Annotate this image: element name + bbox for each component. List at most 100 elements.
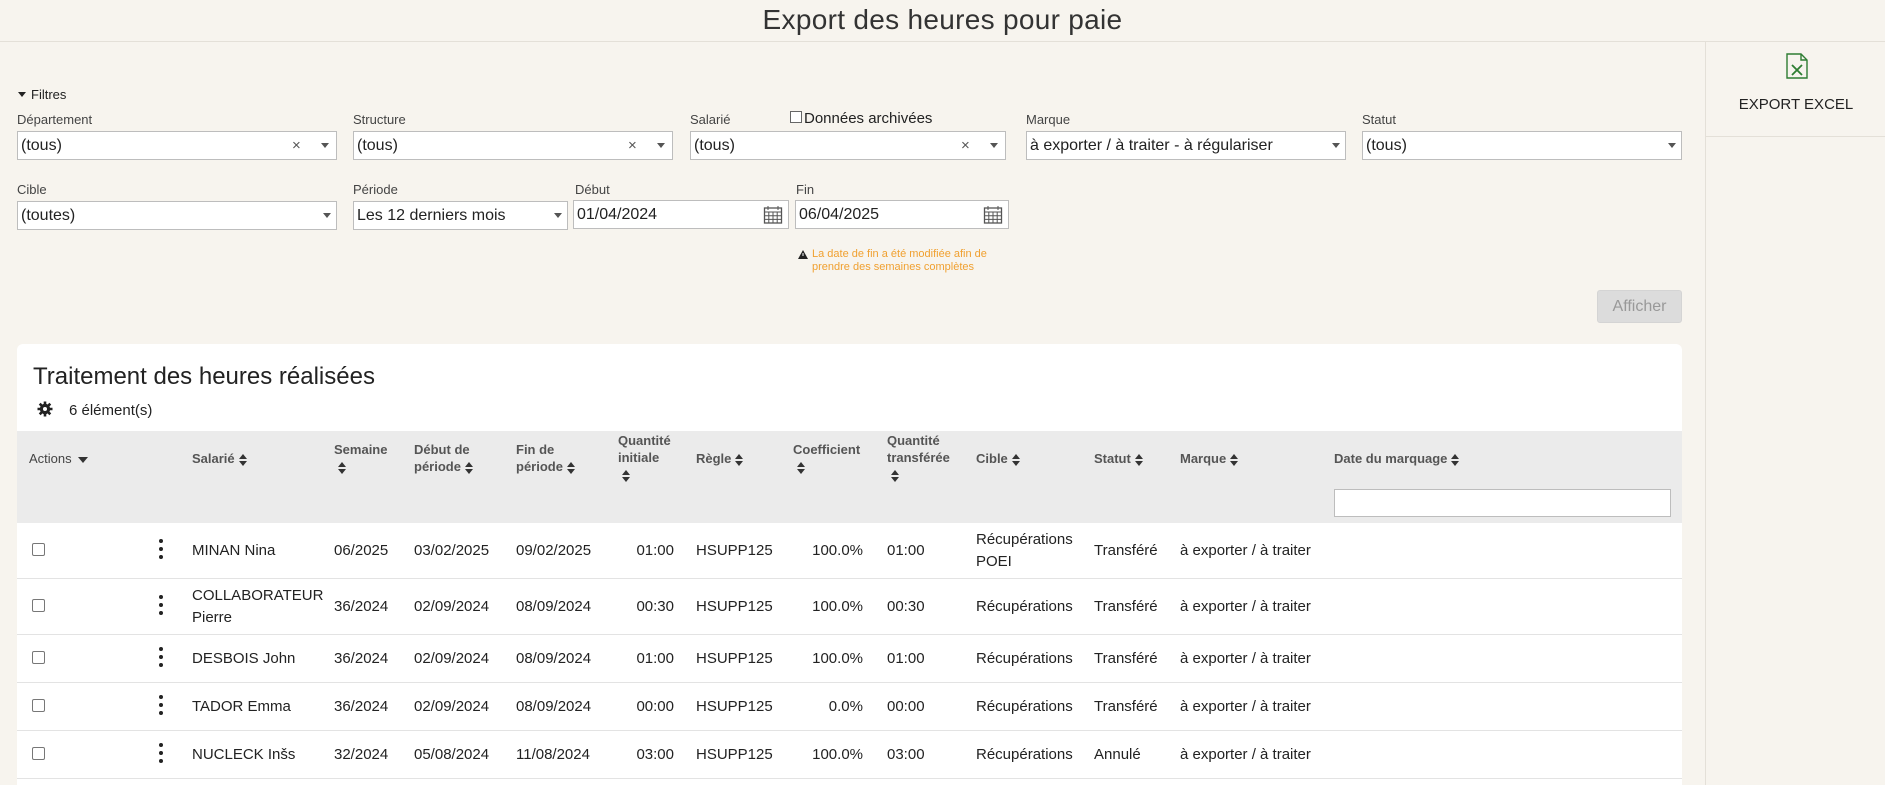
salarie-select[interactable]: (tous) ×: [690, 131, 1006, 160]
chevron-down-icon: [1668, 143, 1676, 148]
regle-header[interactable]: Règle: [696, 450, 744, 467]
row-checkbox[interactable]: [32, 747, 45, 760]
periode-select[interactable]: Les 12 derniers mois: [353, 201, 568, 230]
departement-value: (tous): [21, 137, 62, 154]
semaine-header[interactable]: Semaine: [334, 441, 387, 475]
clear-icon[interactable]: ×: [292, 132, 301, 159]
more-vertical-icon[interactable]: [155, 595, 167, 617]
chevron-down-icon: [657, 143, 665, 148]
row-regle: HSUPP125: [696, 598, 773, 615]
marque-select[interactable]: à exporter / à traiter - à régulariser: [1026, 131, 1346, 160]
calendar-icon[interactable]: [983, 205, 1003, 225]
row-checkbox[interactable]: [32, 543, 45, 556]
filters-toggle[interactable]: Filtres: [18, 87, 66, 102]
sort-icon: [1451, 453, 1460, 466]
more-vertical-icon[interactable]: [155, 743, 167, 765]
more-vertical-icon[interactable]: [155, 647, 167, 669]
date-marquage-header[interactable]: Date du marquage: [1334, 450, 1460, 467]
salarie-header[interactable]: Salarié: [192, 450, 247, 467]
row-debut: 02/09/2024: [414, 650, 490, 667]
row-semaine: 32/2024: [334, 746, 389, 763]
row-quantite-transferee: 01:00: [887, 650, 925, 667]
row-statut: Transféré: [1094, 542, 1158, 559]
cible-header-label: Cible: [976, 451, 1008, 466]
row-cible-line2: POEI: [976, 553, 1012, 570]
more-vertical-icon[interactable]: [155, 695, 167, 717]
semaine-header-label: Semaine: [334, 442, 388, 457]
archive-checkbox[interactable]: Données archivées: [790, 110, 932, 127]
chevron-down-icon: [321, 143, 329, 148]
departement-select[interactable]: (tous) ×: [17, 131, 337, 160]
gear-icon[interactable]: [37, 401, 53, 417]
cible-header[interactable]: Cible: [976, 450, 1020, 467]
debut-label: Début: [575, 182, 610, 197]
clear-icon[interactable]: ×: [628, 132, 637, 159]
fin-date-input[interactable]: 06/04/2025: [795, 200, 1009, 229]
date-marquage-filter-input[interactable]: [1334, 489, 1671, 517]
date-warning: La date de fin a été modifiée afin de pr…: [798, 248, 1023, 274]
salarie-value: (tous): [694, 137, 735, 154]
row-regle: HSUPP125: [696, 650, 773, 667]
row-fin: 11/08/2024: [516, 746, 590, 763]
sort-icon: [1230, 453, 1239, 466]
sort-icon: [464, 461, 473, 474]
chevron-down-icon: [77, 456, 88, 463]
coefficient-header[interactable]: Coefficient: [793, 441, 860, 475]
row-quantite-initiale: 00:00: [636, 698, 674, 715]
quantite-initiale-header[interactable]: Quantité initiale: [618, 432, 671, 483]
right-panel: EXPORT EXCEL: [1705, 42, 1885, 785]
more-vertical-icon[interactable]: [155, 539, 167, 561]
row-coefficient: 100.0%: [812, 746, 863, 763]
afficher-button[interactable]: Afficher: [1597, 290, 1682, 323]
debut-date-input[interactable]: 01/04/2024: [573, 200, 789, 229]
row-cible: Récupérations: [976, 698, 1073, 715]
actions-header[interactable]: Actions: [29, 450, 88, 467]
marque-value: à exporter / à traiter - à régulariser: [1030, 137, 1273, 154]
statut-header-label: Statut: [1094, 451, 1131, 466]
structure-select[interactable]: (tous) ×: [353, 131, 673, 160]
row-quantite-transferee: 00:30: [887, 598, 925, 615]
calendar-icon[interactable]: [763, 205, 783, 225]
date-marquage-header-label: Date du marquage: [1334, 451, 1448, 466]
row-marque: à exporter / à traiter: [1180, 598, 1311, 615]
export-excel-button[interactable]: EXPORT EXCEL: [1706, 42, 1885, 137]
cible-select[interactable]: (toutes): [17, 201, 337, 230]
statut-select[interactable]: (tous): [1362, 131, 1682, 160]
warning-line-1: La date de fin a été modifiée afin de: [812, 248, 987, 260]
marque-header[interactable]: Marque: [1180, 450, 1239, 467]
debut-header[interactable]: Début de période: [414, 441, 473, 475]
row-checkbox[interactable]: [32, 651, 45, 664]
element-count: 6 élément(s): [37, 401, 152, 419]
warning-icon: [798, 250, 808, 259]
row-checkbox[interactable]: [32, 699, 45, 712]
fin-label: Fin: [796, 182, 815, 197]
checkbox-icon: [790, 111, 802, 124]
statut-value: (tous): [1366, 137, 1407, 154]
quantite-transferee-header[interactable]: Quantité transférée: [887, 432, 950, 483]
row-statut: Transféré: [1094, 650, 1158, 667]
row-semaine: 36/2024: [334, 598, 389, 615]
sort-icon: [622, 469, 630, 482]
marque-label: Marque: [1026, 112, 1071, 127]
structure-value: (tous): [357, 137, 398, 154]
sort-icon: [1011, 453, 1020, 466]
marque-header-label: Marque: [1180, 451, 1227, 466]
row-salarie: TADOR Emma: [192, 698, 291, 715]
row-coefficient: 100.0%: [812, 650, 863, 667]
table-row: NUCLECK Inšs 32/2024 05/08/2024 11/08/20…: [17, 731, 1682, 779]
salarie-label: Salarié: [690, 112, 731, 127]
row-salarie: MINAN Nina: [192, 542, 276, 559]
qte-header-line2: initiale: [618, 450, 660, 465]
debut-date-value: 01/04/2024: [577, 206, 658, 223]
fin-header-line2: période: [516, 459, 563, 474]
row-fin: 08/09/2024: [516, 698, 592, 715]
chevron-down-icon: [990, 143, 998, 148]
row-checkbox[interactable]: [32, 599, 45, 612]
fin-header[interactable]: Fin de période: [516, 441, 575, 475]
fin-date-value: 06/04/2025: [799, 206, 880, 223]
table-header: Actions Salarié Semaine Début de période …: [17, 431, 1682, 523]
clear-icon[interactable]: ×: [961, 132, 970, 159]
filters-toggle-label: Filtres: [31, 87, 67, 102]
statut-header[interactable]: Statut: [1094, 450, 1143, 467]
table-row: TADOR Emma 36/2024 02/09/2024 08/09/2024…: [17, 683, 1682, 731]
